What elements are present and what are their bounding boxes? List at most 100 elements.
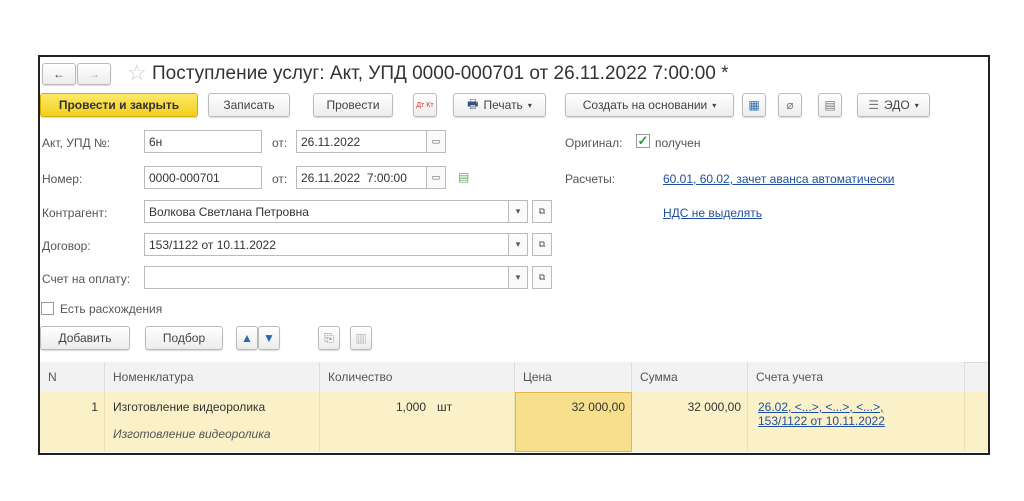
col-accounts[interactable]: Счета учета — [748, 362, 965, 392]
open-icon: ⧉ — [538, 239, 546, 249]
contractor-label: Контрагент: — [42, 206, 108, 220]
post-and-close-button[interactable]: Провести и закрыть — [40, 93, 198, 117]
open-icon: ⧉ — [538, 272, 546, 282]
calendar-button-2[interactable]: ▭ — [426, 166, 446, 189]
chevron-down-icon: ▾ — [527, 100, 532, 110]
col-sum[interactable]: Сумма — [632, 362, 748, 392]
contractor-input[interactable]: Волкова Светлана Петровна ▾ ⧉ — [144, 200, 552, 223]
number-input[interactable]: 0000-000701 — [144, 166, 262, 189]
vat-link[interactable]: НДС не выделять — [663, 206, 762, 220]
chevron-down-icon: ▾ — [515, 206, 521, 216]
invoice-input[interactable]: ▾ ⧉ — [144, 266, 552, 289]
act-date-input[interactable]: 26.11.2022 ▭ — [296, 130, 446, 153]
post-button[interactable]: Провести — [313, 93, 393, 117]
calendar-button[interactable]: ▭ — [426, 130, 446, 153]
item-description: Изготовление видеоролика — [113, 427, 271, 441]
move-down-button[interactable]: ▼ — [258, 326, 280, 350]
create-based-label: Создать на основании — [582, 98, 708, 112]
col-item[interactable]: Номенклатура — [105, 362, 320, 392]
invoice-label: Счет на оплату: — [42, 272, 131, 286]
arrow-right-icon: → — [88, 67, 100, 81]
printer-icon: 🖶 — [467, 96, 479, 111]
edo-label: ЭДО — [884, 98, 910, 112]
calendar-icon: ▭ — [431, 136, 441, 146]
print-button[interactable]: 🖶 Печать ▾ — [453, 93, 546, 117]
invoice-dropdown[interactable]: ▾ — [508, 266, 528, 289]
contract-value: 153/1122 от 10.11.2022 — [149, 237, 276, 252]
dt-kt-button[interactable]: Дт Кт — [413, 93, 437, 117]
pick-button[interactable]: Подбор — [145, 326, 223, 350]
number-date-input[interactable]: 26.11.2022 7:00:00 ▭ — [296, 166, 446, 189]
invoice-open-button[interactable]: ⧉ — [532, 266, 552, 289]
arrow-left-icon: ← — [53, 67, 65, 81]
edit-number-icon[interactable]: ▤ — [458, 170, 469, 184]
arrow-up-icon: ▲ — [241, 331, 253, 345]
calculator-button[interactable]: ▤ — [818, 93, 842, 117]
item-name: Изготовление видеоролика — [113, 400, 266, 414]
settlements-label: Расчеты: — [565, 172, 616, 186]
col-qty[interactable]: Количество — [320, 362, 515, 392]
cell-n: 1 — [40, 392, 105, 452]
open-icon: ⧉ — [538, 206, 546, 216]
copy-icon: ⎘ — [324, 330, 334, 345]
chevron-down-icon: ▾ — [914, 100, 919, 110]
number-date-value: 26.11.2022 7:00:00 — [301, 170, 407, 185]
contract-open-button[interactable]: ⧉ — [532, 233, 552, 256]
calculator-icon: ▤ — [824, 98, 836, 112]
cell-qty[interactable]: 1,000 шт — [320, 392, 515, 452]
edo-icon: ☰ — [868, 98, 880, 112]
unit-value: шт — [437, 400, 453, 414]
act-date-value: 26.11.2022 — [301, 134, 361, 149]
act-label: Акт, УПД №: — [42, 136, 111, 150]
structure-icon: ▦ — [748, 98, 760, 112]
number-label: Номер: — [42, 172, 83, 186]
cell-sum: 32 000,00 — [632, 392, 748, 452]
back-button[interactable]: ← — [42, 63, 76, 85]
cell-price[interactable]: 32 000,00 — [515, 392, 632, 452]
accounts-link-line1[interactable]: 26.02, <...>, <...>, <...>, — [758, 400, 964, 414]
contractor-open-button[interactable]: ⧉ — [532, 200, 552, 223]
discrepancy-checkbox[interactable] — [41, 302, 54, 315]
cell-accounts[interactable]: 26.02, <...>, <...>, <...>, 153/1122 от 1… — [748, 392, 965, 452]
chevron-down-icon: ▾ — [515, 239, 521, 249]
attach-button[interactable]: ⌀ — [778, 93, 802, 117]
contractor-value: Волкова Светлана Петровна — [149, 204, 309, 219]
qty-value: 1,000 — [395, 400, 426, 414]
accounts-link-line2[interactable]: 153/1122 от 10.11.2022 — [758, 414, 964, 428]
dt-kt-icon: Дт Кт — [416, 101, 434, 109]
arrow-down-icon: ▼ — [263, 331, 275, 345]
from-label: от: — [272, 136, 288, 150]
cell-extra — [965, 392, 988, 452]
save-button[interactable]: Записать — [208, 93, 290, 117]
contract-input[interactable]: 153/1122 от 10.11.2022 ▾ ⧉ — [144, 233, 552, 256]
create-based-on-button[interactable]: Создать на основании ▾ — [565, 93, 734, 117]
settlements-link[interactable]: 60.01, 60.02, зачет аванса автоматически — [663, 172, 894, 186]
copy-button[interactable]: ⎘ — [318, 326, 340, 350]
from-label-2: от: — [272, 172, 288, 186]
add-button[interactable]: Добавить — [40, 326, 130, 350]
contractor-dropdown[interactable]: ▾ — [508, 200, 528, 223]
chevron-down-icon: ▾ — [712, 100, 717, 110]
col-n[interactable]: N — [40, 362, 105, 392]
move-up-button[interactable]: ▲ — [236, 326, 258, 350]
cell-item[interactable]: Изготовление видеоролика Изготовление вид… — [105, 392, 320, 452]
contract-dropdown[interactable]: ▾ — [508, 233, 528, 256]
contract-label: Договор: — [42, 239, 91, 253]
star-icon[interactable]: ☆ — [127, 60, 147, 86]
act-number-input[interactable]: 6н — [144, 130, 262, 153]
original-value: получен — [655, 136, 701, 150]
chevron-down-icon: ▾ — [515, 272, 521, 282]
discrepancy-label: Есть расхождения — [60, 302, 163, 316]
structure-button[interactable]: ▦ — [742, 93, 766, 117]
print-label: Печать — [483, 98, 523, 112]
paste-button[interactable]: ▥ — [350, 326, 372, 350]
original-checkbox[interactable]: ✓ — [636, 134, 650, 148]
original-label: Оригинал: — [565, 136, 623, 150]
forward-button[interactable]: → — [77, 63, 111, 85]
page-title: Поступление услуг: Акт, УПД 0000-000701 … — [152, 63, 729, 84]
paste-icon: ▥ — [355, 331, 367, 345]
edo-button[interactable]: ☰ ЭДО ▾ — [857, 93, 930, 117]
col-price[interactable]: Цена — [515, 362, 632, 392]
calendar-icon: ▭ — [431, 172, 441, 182]
paperclip-icon: ⌀ — [786, 98, 794, 112]
